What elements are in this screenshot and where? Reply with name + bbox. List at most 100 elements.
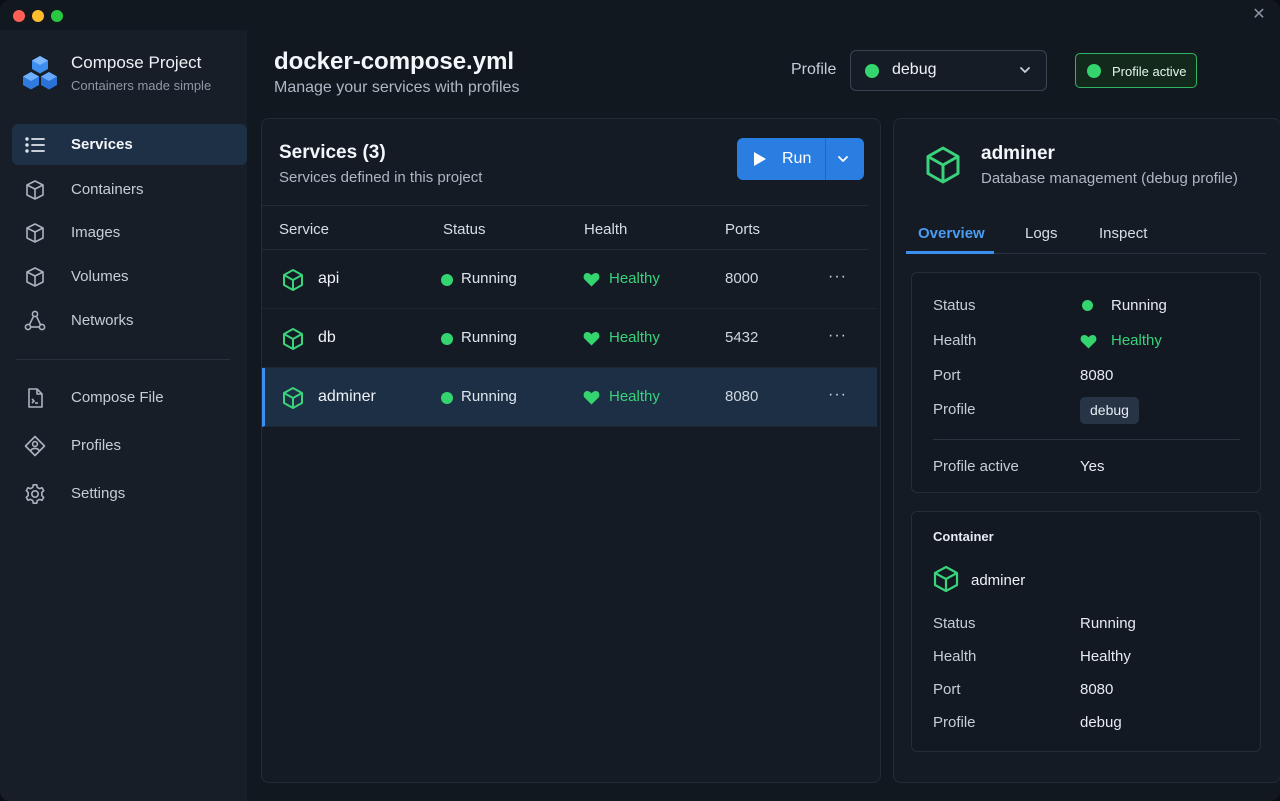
run-button-divider (825, 138, 826, 180)
profile-active-badge: Profile active (1075, 53, 1197, 88)
run-split-button: Run (737, 138, 864, 180)
image-cube-icon (26, 223, 44, 243)
column-header-ports[interactable]: Ports (725, 221, 760, 238)
heart-icon (583, 390, 600, 405)
sidebar-divider (16, 359, 230, 360)
service-status: Running (461, 270, 517, 287)
app-window: ✕ Compose Project Containers made simple… (0, 0, 1280, 801)
service-detail-panel: adminer Database management (debug profi… (893, 118, 1280, 783)
run-button[interactable]: Run (737, 138, 825, 180)
stacked-cubes-logo (23, 56, 57, 90)
status-dot (441, 392, 453, 404)
service-port: 8080 (725, 388, 759, 405)
services-title: Services (3) (279, 142, 386, 163)
sidebar-item-services[interactable]: Services (12, 124, 247, 165)
services-table-header: Service Status Health Ports (262, 205, 868, 250)
sidebar-item-volumes[interactable]: Volumes (12, 256, 247, 297)
card-divider (933, 439, 1240, 440)
service-status: Running (461, 329, 517, 346)
network-icon (24, 310, 46, 331)
tab-overview[interactable]: Overview (918, 225, 985, 242)
profile-label: Profile (791, 61, 837, 78)
detail-subtitle: Database management (debug profile) (981, 170, 1238, 187)
profile-active-value: Yes (1080, 458, 1105, 475)
status-value: Running (1111, 297, 1167, 314)
close-icon[interactable]: ✕ (1250, 6, 1268, 24)
profile-select-value: debug (892, 61, 937, 78)
container-port-key: Port (933, 681, 961, 698)
container-card-title: Container (933, 529, 994, 544)
service-status: Running (461, 388, 517, 405)
service-cube-icon (283, 328, 303, 350)
container-card: Container adminer Status Running Health … (911, 511, 1261, 752)
page-subtitle: Manage your services with profiles (274, 79, 520, 96)
more-options-icon[interactable]: ··· (828, 268, 847, 286)
service-name: api (318, 270, 340, 287)
port-value: 8080 (1080, 367, 1114, 384)
brand-title: Compose Project (71, 53, 202, 72)
more-options-icon[interactable]: ··· (828, 386, 847, 404)
table-row-selected[interactable]: adminer Running Healthy 8080 ··· (262, 368, 877, 427)
heart-icon (583, 331, 600, 346)
title-bar: ✕ (0, 0, 1280, 30)
more-options-icon[interactable]: ··· (828, 327, 847, 345)
service-port: 5432 (725, 329, 759, 346)
table-row[interactable]: api Running Healthy 8000 ··· (262, 250, 877, 309)
sidebar-item-label: Settings (71, 485, 126, 502)
page-title: docker-compose.yml (274, 48, 515, 75)
service-health: Healthy (609, 388, 660, 405)
sidebar-item-label: Volumes (71, 268, 129, 285)
gear-icon (25, 484, 45, 504)
sidebar-item-images[interactable]: Images (12, 212, 247, 253)
sidebar-item-label: Services (71, 136, 133, 153)
container-health-key: Health (933, 648, 977, 665)
zoom-window-button[interactable] (51, 10, 63, 22)
status-dot (441, 333, 453, 345)
profile-active-key: Profile active (933, 458, 1019, 475)
column-header-service[interactable]: Service (279, 221, 329, 238)
service-port: 8000 (725, 270, 759, 287)
sidebar-item-networks[interactable]: Networks (12, 300, 247, 341)
status-key: Status (933, 297, 976, 314)
container-profile-value: debug (1080, 714, 1122, 731)
profile-chip: debug (1080, 397, 1139, 424)
sidebar-item-settings[interactable]: Settings (12, 473, 247, 514)
port-key: Port (933, 367, 961, 384)
sidebar-item-profiles[interactable]: Profiles (12, 425, 247, 466)
heart-icon (1080, 334, 1097, 349)
profile-key: Profile (933, 401, 976, 418)
service-health: Healthy (609, 270, 660, 287)
sidebar: Compose Project Containers made simple S… (0, 30, 247, 801)
container-port-value: 8080 (1080, 681, 1114, 698)
profile-status-dot (865, 64, 879, 78)
chevron-down-icon (1020, 67, 1030, 73)
status-dot (441, 274, 453, 286)
minimize-window-button[interactable] (32, 10, 44, 22)
close-window-button[interactable] (13, 10, 25, 22)
sidebar-item-label: Networks (71, 312, 134, 329)
service-cube-icon (283, 387, 303, 409)
container-name: adminer (971, 572, 1026, 589)
service-name: db (318, 329, 336, 346)
tab-inspect[interactable]: Inspect (1099, 225, 1147, 242)
column-header-health[interactable]: Health (584, 221, 627, 238)
services-subtitle: Services defined in this project (279, 169, 483, 186)
overview-card: Status Running Health Healthy Port 8080 … (911, 272, 1261, 493)
container-profile-key: Profile (933, 714, 976, 731)
brand-subtitle: Containers made simple (71, 78, 212, 93)
column-header-status[interactable]: Status (443, 221, 486, 238)
container-cube-icon (933, 565, 959, 593)
play-icon (754, 152, 766, 166)
volume-cube-icon (26, 267, 44, 287)
tab-logs[interactable]: Logs (1025, 225, 1058, 242)
chevron-down-icon[interactable] (836, 152, 850, 166)
sidebar-item-compose-file[interactable]: Compose File (12, 377, 247, 418)
table-row[interactable]: db Running Healthy 5432 ··· (262, 309, 877, 368)
health-value: Healthy (1111, 332, 1162, 349)
profile-select[interactable]: debug (850, 50, 1047, 91)
detail-tabs: Overview Logs Inspect (906, 214, 1266, 254)
sidebar-item-containers[interactable]: Containers (12, 169, 247, 210)
box-icon (26, 180, 44, 200)
container-status-key: Status (933, 615, 976, 632)
service-name: adminer (318, 388, 376, 405)
